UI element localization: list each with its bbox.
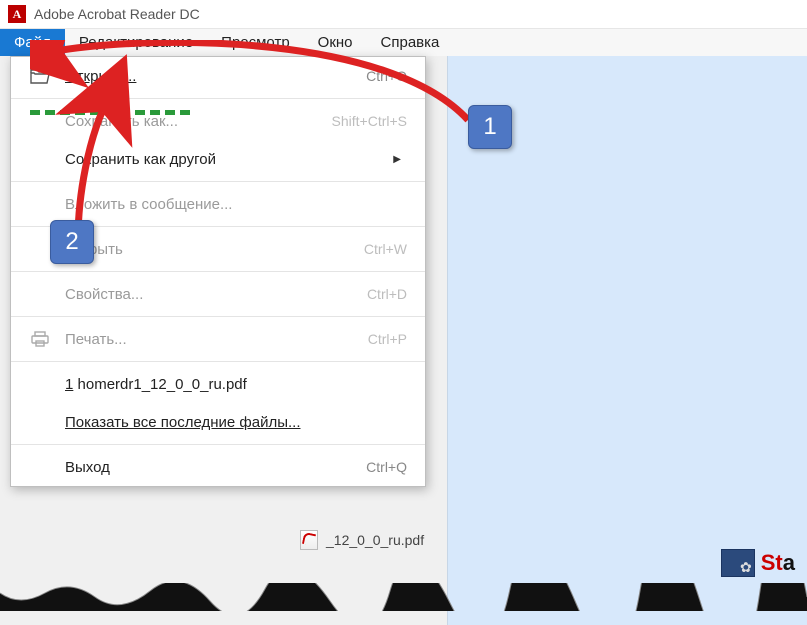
- blank-icon: [29, 412, 51, 432]
- menu-separator: [11, 361, 425, 362]
- menu-show-all-recent[interactable]: Показать все последние файлы...: [11, 403, 425, 441]
- menu-close-label: Закрыть: [65, 241, 350, 258]
- menu-save-as-other[interactable]: Сохранить как другой ▶: [11, 140, 425, 178]
- menu-properties-label: Свойства...: [65, 286, 353, 303]
- blank-icon: [29, 149, 51, 169]
- blank-icon: [29, 239, 51, 259]
- menu-save-as-other-label: Сохранить как другой: [65, 151, 379, 168]
- menu-close-shortcut: Ctrl+W: [364, 241, 407, 257]
- menu-separator: [11, 98, 425, 99]
- recent-file-name: _12_0_0_ru.pdf: [326, 532, 424, 548]
- menu-print-shortcut: Ctrl+P: [368, 331, 407, 347]
- callout-2: 2: [50, 220, 94, 264]
- menu-separator: [11, 444, 425, 445]
- menu-attach-email-label: Вложить в сообщение...: [65, 196, 407, 213]
- menu-help[interactable]: Справка: [367, 29, 454, 56]
- blank-icon: [29, 457, 51, 477]
- menu-print: Печать... Ctrl+P: [11, 320, 425, 358]
- menu-exit[interactable]: Выход Ctrl+Q: [11, 448, 425, 486]
- pdf-file-icon: [300, 530, 318, 550]
- menubar: Файл Редактирование Просмотр Окно Справк…: [0, 29, 807, 57]
- menu-open-label: Открыть...: [65, 68, 352, 85]
- menu-recent-file-label: 1 homerdr1_12_0_0_ru.pdf: [65, 376, 407, 393]
- corner-logo: Sta: [721, 549, 795, 577]
- menu-exit-shortcut: Ctrl+Q: [366, 459, 407, 475]
- menu-save-as-shortcut: Shift+Ctrl+S: [332, 113, 407, 129]
- menu-properties: Свойства... Ctrl+D: [11, 275, 425, 313]
- recent-file-entry[interactable]: _12_0_0_ru.pdf: [300, 530, 424, 550]
- torn-edge: [0, 583, 807, 611]
- menu-save-as: Сохранить как... Shift+Ctrl+S: [11, 102, 425, 140]
- menu-edit[interactable]: Редактирование: [65, 29, 207, 56]
- blank-icon: [29, 194, 51, 214]
- blank-icon: [29, 374, 51, 394]
- folder-open-icon: [29, 66, 51, 86]
- app-title: Adobe Acrobat Reader DC: [34, 6, 200, 22]
- blank-icon: [29, 284, 51, 304]
- menu-view[interactable]: Просмотр: [207, 29, 304, 56]
- titlebar: A Adobe Acrobat Reader DC: [0, 0, 807, 29]
- menu-file[interactable]: Файл: [0, 29, 65, 56]
- menu-exit-label: Выход: [65, 459, 352, 476]
- menu-save-as-label: Сохранить как...: [65, 113, 318, 130]
- highlight-dash: [30, 110, 190, 115]
- menu-window[interactable]: Окно: [304, 29, 367, 56]
- acrobat-app-icon: A: [8, 5, 26, 23]
- menu-print-label: Печать...: [65, 331, 354, 348]
- menu-properties-shortcut: Ctrl+D: [367, 286, 407, 302]
- logo-text: Sta: [761, 550, 795, 576]
- menu-recent-file[interactable]: 1 homerdr1_12_0_0_ru.pdf: [11, 365, 425, 403]
- menu-separator: [11, 181, 425, 182]
- menu-attach-email: Вложить в сообщение...: [11, 185, 425, 223]
- logo-square-icon: [721, 549, 755, 577]
- menu-separator: [11, 316, 425, 317]
- submenu-arrow-icon: ▶: [393, 154, 407, 165]
- menu-separator: [11, 271, 425, 272]
- file-menu-dropdown: Открыть... Ctrl+O Сохранить как... Shift…: [10, 56, 426, 487]
- menu-show-all-recent-label: Показать все последние файлы...: [65, 414, 407, 431]
- menu-open[interactable]: Открыть... Ctrl+O: [11, 57, 425, 95]
- callout-1: 1: [468, 105, 512, 149]
- printer-icon: [29, 329, 51, 349]
- menu-open-shortcut: Ctrl+O: [366, 68, 407, 84]
